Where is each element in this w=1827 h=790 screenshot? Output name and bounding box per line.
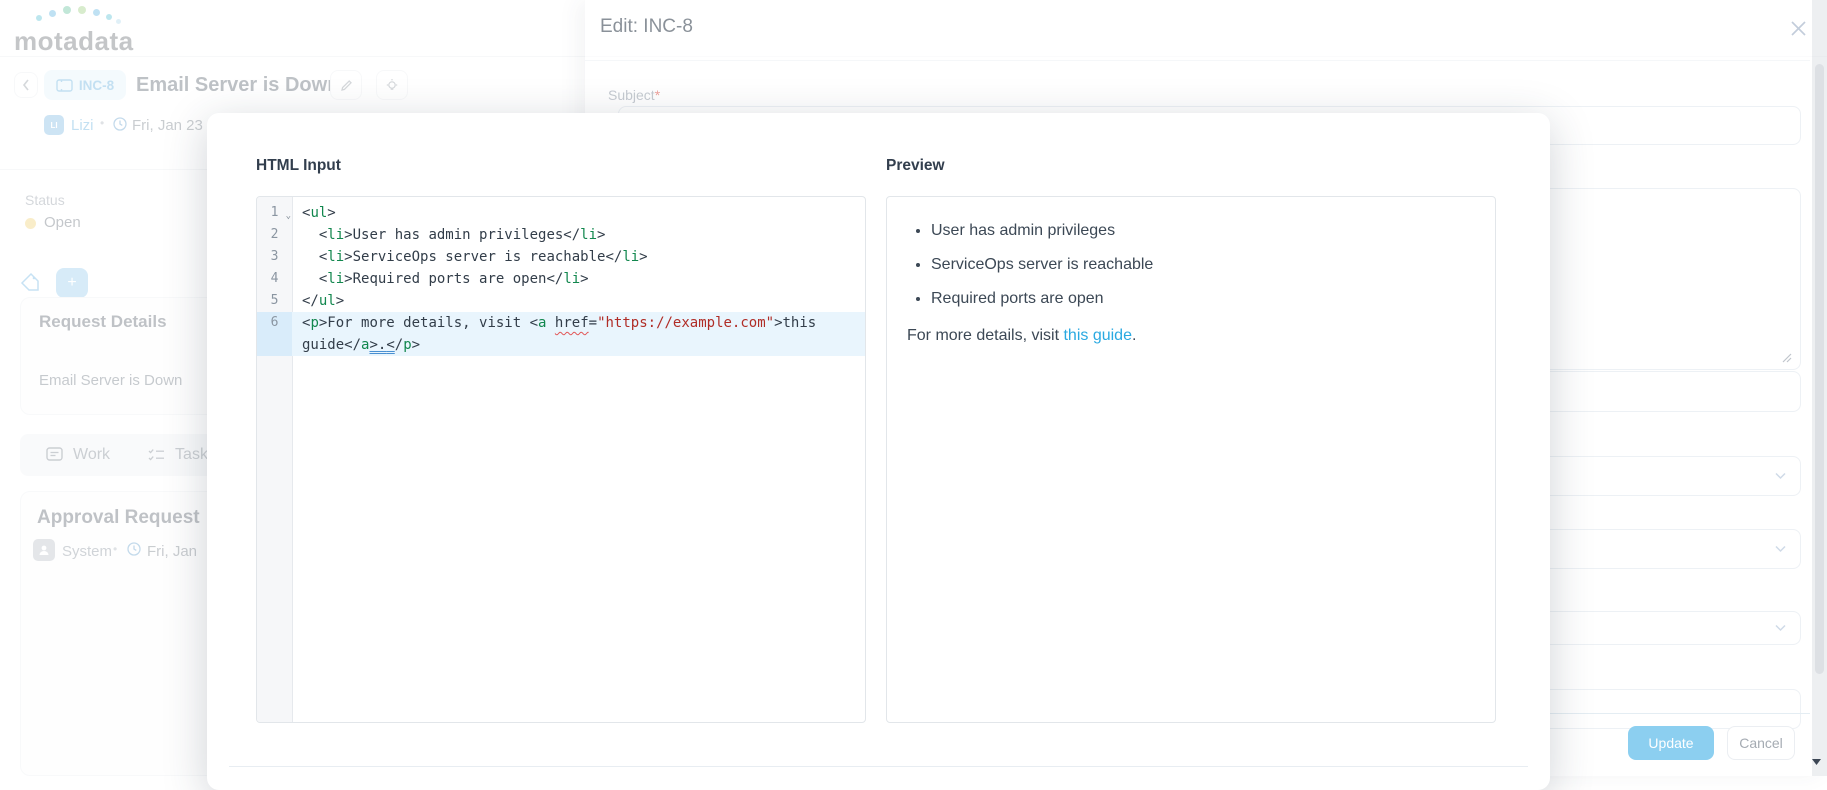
- lightbulb-icon: [385, 78, 399, 93]
- requester-avatar: LI: [44, 115, 64, 135]
- chevron-down-icon: [1775, 546, 1786, 553]
- panel-header-divider: [585, 60, 1810, 61]
- cancel-button[interactable]: Cancel: [1727, 726, 1795, 760]
- panel-scrollbar[interactable]: [1812, 0, 1827, 776]
- add-tag-button[interactable]: +: [56, 268, 88, 298]
- approval-by: System: [62, 543, 112, 560]
- tab-work-label: Work: [73, 446, 110, 464]
- modal-footer-divider: [229, 766, 1528, 767]
- created-date: Fri, Jan 23: [132, 117, 203, 134]
- close-icon: [1790, 20, 1807, 37]
- line-number: 4: [257, 268, 292, 290]
- line-number: 5: [257, 290, 292, 312]
- code-line[interactable]: 6<p>For more details, visit <a href="htt…: [257, 312, 865, 356]
- logo-dot: [106, 14, 112, 20]
- required-asterisk: *: [655, 87, 660, 103]
- suggestion-button[interactable]: [376, 70, 408, 100]
- code-text: <p>For more details, visit <a href="http…: [292, 312, 865, 356]
- update-button[interactable]: Update: [1628, 726, 1714, 760]
- html-input-label: HTML Input: [256, 157, 341, 175]
- preview-bullet: User has admin privileges: [931, 218, 1475, 243]
- tag-icon[interactable]: [20, 272, 41, 293]
- code-text: <li>ServiceOps server is reachable</li>: [292, 246, 865, 268]
- resize-handle-icon[interactable]: [1780, 351, 1792, 363]
- html-editor-modal: HTML Input Preview 1⌄<ul>2 <li>User has …: [207, 113, 1550, 790]
- line-number: 1⌄: [257, 202, 292, 224]
- paragraph-period: .: [1132, 327, 1136, 344]
- preview-bullet: ServiceOps server is reachable: [931, 252, 1475, 277]
- clock-icon: [127, 542, 141, 556]
- status-label: Status: [25, 192, 65, 208]
- incident-id-badge: INC-8: [44, 70, 126, 100]
- status-dot: [25, 218, 36, 229]
- code-line[interactable]: 4 <li>Required ports are open</li>: [257, 268, 865, 290]
- logo-dot: [49, 10, 56, 17]
- code-rows: 1⌄<ul>2 <li>User has admin privileges</l…: [257, 197, 865, 356]
- requester-name[interactable]: Lizi: [71, 117, 94, 134]
- line-number: 2: [257, 224, 292, 246]
- code-text: <ul>: [292, 202, 865, 224]
- back-button[interactable]: [14, 72, 38, 98]
- logo-dot: [116, 19, 121, 24]
- code-line[interactable]: 1⌄<ul>: [257, 202, 865, 224]
- code-line[interactable]: 3 <li>ServiceOps server is reachable</li…: [257, 246, 865, 268]
- system-avatar: [33, 539, 55, 561]
- line-number: 6: [257, 312, 292, 356]
- html-code-editor[interactable]: 1⌄<ul>2 <li>User has admin privileges</l…: [256, 196, 866, 723]
- scrollbar-thumb[interactable]: [1815, 64, 1824, 674]
- pencil-icon: [340, 79, 353, 92]
- incident-id: INC-8: [79, 78, 114, 93]
- approval-date: Fri, Jan: [147, 543, 197, 560]
- preview-pane: User has admin privileges ServiceOps serv…: [886, 196, 1496, 723]
- preview-bullet: Required ports are open: [931, 286, 1475, 311]
- chevron-down-icon: [1775, 473, 1786, 480]
- preview-bullet-list: User has admin privileges ServiceOps serv…: [907, 218, 1475, 311]
- preview-paragraph: For more details, visit this guide.: [907, 327, 1475, 345]
- status-value[interactable]: Open: [44, 214, 81, 231]
- code-line[interactable]: 5</ul>: [257, 290, 865, 312]
- close-panel-button[interactable]: [1790, 20, 1810, 40]
- comment-icon: [46, 447, 63, 463]
- chevron-down-icon: [1775, 625, 1786, 632]
- line-number: 3: [257, 246, 292, 268]
- request-subject: Email Server is Down: [39, 372, 182, 389]
- logo-text: motadata: [14, 26, 134, 57]
- clock-icon: [113, 117, 127, 131]
- code-line[interactable]: 2 <li>User has admin privileges</li>: [257, 224, 865, 246]
- chevron-left-icon: [22, 79, 30, 91]
- edit-title-button[interactable]: [330, 70, 362, 100]
- subject-label: Subject*: [608, 87, 660, 103]
- scroll-down-arrow-icon[interactable]: [1810, 757, 1823, 768]
- separator-dot: •: [113, 542, 117, 556]
- logo-dot: [93, 9, 100, 16]
- checklist-icon: [148, 448, 165, 463]
- separator-dot: •: [100, 116, 104, 130]
- preview-label: Preview: [886, 157, 945, 175]
- tab-work[interactable]: Work: [34, 446, 122, 464]
- code-text: <li>Required ports are open</li>: [292, 268, 865, 290]
- code-text: </ul>: [292, 290, 865, 312]
- logo-dot: [36, 15, 42, 21]
- logo-dot: [63, 6, 71, 14]
- preview-link[interactable]: this guide: [1063, 327, 1132, 344]
- page-title: Email Server is Down: [136, 74, 339, 97]
- panel-title: Edit: INC-8: [600, 16, 693, 38]
- logo-dot: [78, 6, 86, 14]
- logo-dots: [36, 6, 146, 26]
- motadata-logo: motadata: [14, 16, 134, 57]
- person-icon: [38, 544, 50, 556]
- paragraph-text: For more details, visit: [907, 327, 1063, 344]
- code-text: <li>User has admin privileges</li>: [292, 224, 865, 246]
- ticket-icon: [56, 79, 73, 92]
